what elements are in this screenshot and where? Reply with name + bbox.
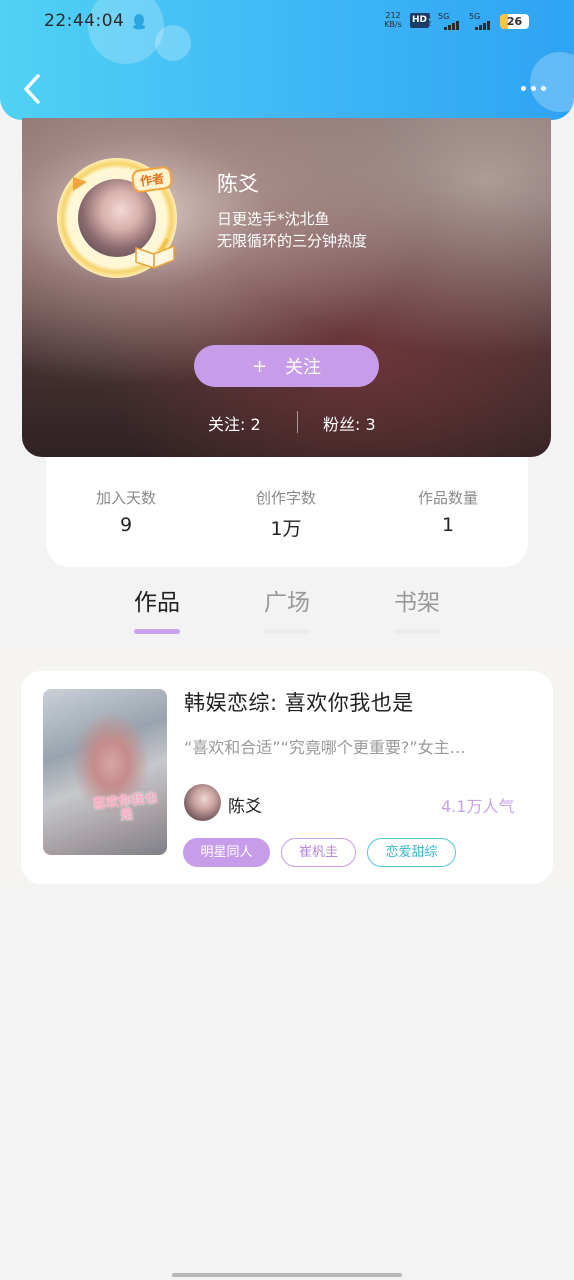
stat-value: 1万 — [270, 518, 302, 540]
tab-indicator — [264, 629, 310, 634]
network-speed-value: 212 — [385, 11, 401, 20]
book-cover[interactable]: 喜欢你我也是 — [43, 689, 167, 855]
signal-label: 5G — [438, 12, 450, 21]
profile-bio-line: 无限循环的三分钟热度 — [217, 232, 368, 250]
follow-button[interactable]: + 关注 — [194, 345, 379, 387]
tab-plaza[interactable]: 广场 — [247, 583, 327, 634]
dot — [530, 85, 536, 91]
top-header: 22:44:04 212 KB/s HD 1 2 5G 5G 26 — [0, 0, 574, 120]
stat-word-count: 创作字数 1万 — [226, 487, 346, 541]
book-description: “喜欢和合适”“究竟哪个更重要?”女主… — [184, 738, 466, 757]
author-name: 陈爻 — [228, 797, 262, 817]
book-icon — [135, 237, 175, 270]
tab-works[interactable]: 作品 — [117, 583, 197, 634]
popularity-count: 4.1万人气 — [441, 797, 515, 816]
qq-icon — [133, 14, 145, 30]
tab-indicator — [134, 629, 180, 634]
stat-label: 创作字数 — [255, 489, 316, 507]
following-count[interactable]: 关注: 2 — [208, 411, 261, 435]
book-title: 韩娱恋综: 喜欢你我也是 — [184, 691, 414, 715]
profile-name: 陈爻 — [217, 172, 259, 196]
signal-icon: 5G — [438, 12, 464, 30]
tag[interactable]: 恋爱甜综 — [367, 838, 456, 867]
battery-icon: 26 — [500, 14, 529, 29]
dot — [520, 85, 526, 91]
author-avatar — [184, 784, 221, 821]
tab-indicator — [394, 629, 440, 634]
flag-icon — [73, 177, 87, 191]
tab-bar: 作品 广场 书架 — [0, 567, 574, 647]
tag[interactable]: 明星同人 — [183, 838, 270, 867]
hd-sub-1: 1 — [427, 12, 432, 20]
follow-stats: 关注: 2 粉丝: 3 — [208, 411, 408, 435]
stat-value: 1 — [441, 514, 455, 536]
divider — [297, 411, 298, 433]
profile-bio-line: 日更选手*沈北鱼 — [217, 210, 330, 228]
signal-label: 5G — [469, 12, 481, 21]
stat-works-count: 作品数量 1 — [388, 487, 508, 536]
network-speed: 212 KB/s — [383, 11, 403, 29]
battery-level: 26 — [506, 15, 523, 28]
plus-icon: + — [251, 355, 268, 377]
back-button[interactable] — [18, 72, 48, 106]
tab-label: 作品 — [134, 590, 180, 616]
dot — [540, 85, 546, 91]
more-options-button[interactable] — [515, 80, 551, 96]
stat-label: 加入天数 — [95, 489, 156, 507]
follow-label: 关注 — [285, 357, 322, 378]
hd-sub: 1 2 — [427, 12, 431, 28]
profile-card: 作者 陈爻 日更选手*沈北鱼 无限循环的三分钟热度 + 关注 关注: 2 粉丝:… — [22, 118, 551, 457]
status-bar: 22:44:04 212 KB/s HD 1 2 5G 5G 26 — [0, 0, 574, 44]
fans-count[interactable]: 粉丝: 3 — [323, 411, 376, 435]
tab-label: 广场 — [264, 590, 310, 616]
signal-icon: 5G — [469, 12, 497, 30]
work-card[interactable]: 喜欢你我也是 韩娱恋综: 喜欢你我也是 “喜欢和合适”“究竟哪个更重要?”女主…… — [21, 671, 553, 884]
home-indicator[interactable] — [172, 1273, 402, 1277]
network-speed-unit: KB/s — [384, 20, 402, 29]
stats-card: 加入天数 9 创作字数 1万 作品数量 1 — [46, 457, 528, 567]
stat-join-days: 加入天数 9 — [66, 487, 186, 536]
tab-label: 书架 — [394, 590, 440, 616]
stat-label: 作品数量 — [417, 489, 478, 507]
status-time: 22:44:04 — [44, 11, 125, 31]
tab-bookshelf[interactable]: 书架 — [377, 583, 457, 634]
stat-value: 9 — [119, 514, 133, 536]
cover-title: 喜欢你我也是 — [92, 790, 159, 824]
hd-sub-2: 2 — [427, 20, 432, 28]
tag[interactable]: 崔杋圭 — [281, 838, 356, 867]
